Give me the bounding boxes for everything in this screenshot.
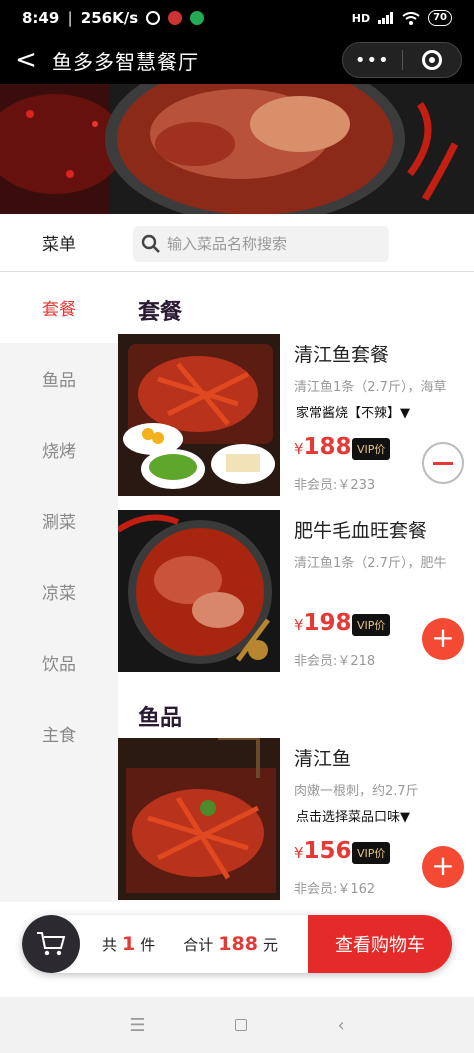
plus-icon: +: [431, 621, 455, 654]
cart-item-count: 1: [122, 933, 136, 955]
currency-symbol: ¥: [294, 440, 304, 458]
home-icon[interactable]: [235, 1019, 248, 1031]
decrease-quantity-button[interactable]: [422, 442, 464, 484]
dish-image[interactable]: [118, 334, 280, 496]
sidebar-item-drinks[interactable]: 饮品: [0, 627, 118, 698]
price-value: 198: [303, 610, 352, 636]
search-box[interactable]: [133, 226, 389, 262]
back-icon[interactable]: ‹: [337, 1015, 344, 1036]
non-member-price: 非会员:￥162: [294, 882, 376, 897]
status-time: 8:49: [22, 9, 60, 27]
dish-image[interactable]: [118, 510, 280, 672]
vip-price: ¥188: [294, 434, 352, 460]
dish-description: 清江鱼1条（2.7斤），肥牛: [294, 556, 447, 571]
non-member-price: 非会员:￥233: [294, 478, 376, 493]
vip-price: ¥198: [294, 610, 352, 636]
add-to-cart-button[interactable]: +: [422, 618, 464, 660]
status-bar: 8:49 | 256K/s HD 70: [0, 0, 474, 36]
cart-count-unit: 件: [140, 935, 156, 954]
flavor-selector[interactable]: 点击选择菜品口味▼: [296, 806, 410, 825]
search-row: 菜单: [0, 214, 474, 272]
network-speed: 256K/s: [80, 9, 139, 27]
dish-name: 清江鱼: [294, 748, 352, 770]
sidebar-item-hotpot-veg[interactable]: 涮菜: [0, 485, 118, 556]
search-input[interactable]: [167, 235, 377, 253]
dish-item: 清江鱼 肉嫩一根刺，约2.7斤 点击选择菜品口味▼ ¥156 VIP价 非会员:…: [118, 738, 474, 900]
cart-button[interactable]: [22, 915, 80, 973]
restaurant-banner-image: [0, 84, 474, 214]
back-button[interactable]: <: [0, 45, 52, 75]
currency-symbol: ¥: [294, 844, 304, 862]
cart-bar: 共 1 件 合计 188 元 查看购物车: [22, 915, 452, 973]
dish-name: 清江鱼套餐: [294, 344, 390, 366]
mini-program-navbar: < 鱼多多智慧餐厅 •••: [0, 36, 474, 84]
minus-icon: [433, 461, 453, 465]
sidebar-item-cold-dishes[interactable]: 凉菜: [0, 556, 118, 627]
search-icon: [141, 234, 160, 253]
dish-image[interactable]: [118, 738, 280, 900]
section-title-set-meals: 套餐: [138, 300, 183, 325]
page-title: 鱼多多智慧餐厅: [52, 49, 199, 74]
flavor-selector[interactable]: 家常酱烧【不辣】▼: [296, 402, 410, 421]
price-value: 156: [303, 838, 352, 864]
back-arrow-icon: <: [15, 45, 37, 75]
app-notification-icon: [168, 11, 183, 25]
more-options-button[interactable]: •••: [343, 50, 402, 71]
cart-total-label: 合计: [183, 935, 214, 954]
sidebar-item-bbq[interactable]: 烧烤: [0, 414, 118, 485]
cart-currency: 元: [262, 935, 278, 954]
add-to-cart-button[interactable]: +: [422, 846, 464, 888]
vip-badge: VIP价: [352, 842, 391, 864]
dish-list: 套餐 清江鱼套餐 清江鱼1条（2.7斤），海草 家常酱烧【不辣】▼ ¥188 V…: [118, 272, 474, 902]
section-title-fish: 鱼品: [138, 706, 183, 731]
system-navigation-bar: ☰ ‹: [0, 997, 474, 1053]
vip-badge: VIP价: [352, 438, 391, 460]
capsule-menu: •••: [342, 42, 462, 78]
vip-badge: VIP价: [352, 614, 391, 636]
sidebar-item-staple-food[interactable]: 主食: [0, 698, 118, 769]
dish-item: 清江鱼套餐 清江鱼1条（2.7斤），海草 家常酱烧【不辣】▼ ¥188 VIP价…: [118, 334, 474, 496]
view-cart-button[interactable]: 查看购物车: [308, 915, 452, 973]
more-dots-icon: •••: [354, 49, 390, 71]
close-mini-program-button[interactable]: [402, 50, 461, 70]
plus-icon: +: [431, 849, 455, 882]
dish-description: 肉嫩一根刺，约2.7斤: [294, 784, 419, 799]
dish-item: 肥牛毛血旺套餐 清江鱼1条（2.7斤），肥牛 ¥198 VIP价 非会员:￥21…: [118, 510, 474, 672]
price-value: 188: [303, 434, 352, 460]
category-sidebar: 套餐 鱼品 烧烤 涮菜 凉菜 饮品 主食: [0, 272, 118, 902]
battery-indicator: 70: [428, 10, 452, 26]
shopping-cart-icon: [37, 932, 66, 956]
dish-description: 清江鱼1条（2.7斤），海草: [294, 380, 447, 395]
sidebar-item-fish[interactable]: 鱼品: [0, 343, 118, 414]
wechat-notification-icon: [190, 11, 205, 25]
wifi-icon: [402, 11, 420, 25]
alarm-icon: [146, 11, 161, 25]
currency-symbol: ¥: [294, 616, 304, 634]
menu-icon[interactable]: ☰: [129, 1015, 145, 1036]
target-icon: [421, 50, 442, 70]
vip-price: ¥156: [294, 838, 352, 864]
dish-name: 肥牛毛血旺套餐: [294, 520, 428, 542]
cart-total-amount: 188: [218, 933, 258, 955]
network-type: HD: [351, 11, 371, 25]
menu-tab[interactable]: 菜单: [0, 230, 118, 255]
cart-count-prefix: 共: [102, 935, 118, 954]
signal-icon: [378, 12, 394, 24]
cart-summary: 共 1 件 合计 188 元: [102, 915, 278, 973]
sidebar-item-set-meals[interactable]: 套餐: [0, 272, 118, 343]
non-member-price: 非会员:￥218: [294, 654, 376, 669]
